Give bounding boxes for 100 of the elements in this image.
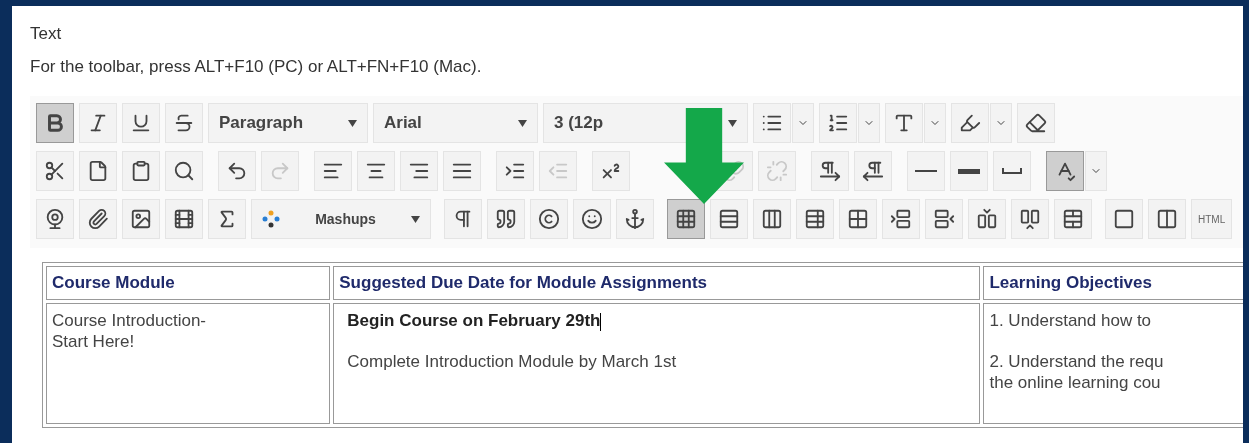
pilcrow-button[interactable] [444, 199, 482, 239]
square-button[interactable] [1105, 199, 1143, 239]
pilcrow-right-icon [819, 160, 841, 182]
webcam-button[interactable] [36, 199, 74, 239]
cells-merge-button[interactable] [1054, 199, 1092, 239]
spellcheck-button[interactable] [1046, 151, 1084, 191]
column-insert-left-icon [976, 208, 998, 230]
text-color-button[interactable] [885, 103, 923, 143]
image-icon [130, 208, 152, 230]
formula-button[interactable] [208, 199, 246, 239]
webcam-icon [44, 208, 66, 230]
caret-icon [348, 119, 357, 127]
caret-icon [518, 119, 527, 127]
paperclip-button[interactable] [79, 199, 117, 239]
indent-button[interactable] [496, 151, 534, 191]
smiley-button[interactable] [573, 199, 611, 239]
align-center-button[interactable] [357, 151, 395, 191]
row-insert-below-button[interactable] [925, 199, 963, 239]
table-icon [675, 208, 697, 230]
caret-icon [728, 119, 737, 127]
pilcrow-left-icon [862, 160, 884, 182]
underline-button[interactable] [122, 103, 160, 143]
align-justify-button[interactable] [443, 151, 481, 191]
column-header: Course Module [46, 266, 331, 300]
field-label: Text [30, 23, 63, 45]
space-button[interactable] [993, 151, 1031, 191]
html-button[interactable]: HTML [1191, 199, 1233, 239]
anchor-icon [624, 208, 646, 230]
scissors-icon [44, 160, 66, 182]
film-icon [173, 208, 195, 230]
cells-merge-icon [1062, 208, 1084, 230]
space-icon [1002, 168, 1022, 174]
superscript-button[interactable] [592, 151, 630, 191]
table-button[interactable] [667, 199, 705, 239]
pilcrow-right-button[interactable] [811, 151, 849, 191]
column-header: Suggested Due Date for Module Assignments [333, 266, 981, 300]
down-arrow-icon [664, 108, 744, 204]
table-rows-icon [718, 208, 740, 230]
table-columns-icon [761, 208, 783, 230]
align-right-button[interactable] [400, 151, 438, 191]
page-button[interactable] [79, 151, 117, 191]
column-insert-right-button[interactable] [1011, 199, 1049, 239]
table-cell: Begin Course on February 29th Complete Introduction Module by March 1st [333, 303, 981, 424]
table-grid-button[interactable] [839, 199, 877, 239]
scissors-button[interactable] [36, 151, 74, 191]
table-properties-icon [804, 208, 826, 230]
align-left-button[interactable] [314, 151, 352, 191]
two-columns-button[interactable] [1148, 199, 1186, 239]
toolbar-hint: For the toolbar, press ALT+F10 (PC) or ALT+FN+F10 (Mac). [30, 56, 483, 78]
dropdown-select[interactable]: Arial [373, 103, 538, 143]
copyright-icon [538, 208, 560, 230]
thin-line-button[interactable] [907, 151, 945, 191]
page-icon [87, 160, 109, 182]
eraser-button[interactable] [1017, 103, 1055, 143]
dropdown-select[interactable]: Paragraph [208, 103, 368, 143]
film-button[interactable] [165, 199, 203, 239]
copyright-button[interactable] [530, 199, 568, 239]
highlighter-icon [959, 112, 981, 134]
search-icon [173, 160, 195, 182]
undo-button[interactable] [218, 151, 256, 191]
table-cell: Course Introduction- Start Here! [46, 303, 331, 424]
bold-button[interactable] [36, 103, 74, 143]
column-header: Learning Objectives [983, 266, 1243, 300]
table-properties-button[interactable] [796, 199, 834, 239]
quote-button[interactable] [487, 199, 525, 239]
smiley-icon [581, 208, 603, 230]
anchor-button[interactable] [616, 199, 654, 239]
highlighter-button[interactable] [951, 103, 989, 143]
table-columns-button[interactable] [753, 199, 791, 239]
thin-line-icon [915, 170, 937, 172]
thick-line-button[interactable] [950, 151, 988, 191]
text-color-icon [893, 112, 915, 134]
unlink-icon [766, 160, 788, 182]
eraser-icon [1025, 112, 1047, 134]
row-insert-above-icon [890, 208, 912, 230]
italic-button[interactable] [79, 103, 117, 143]
strikethrough-button[interactable] [165, 103, 203, 143]
caret-icon [411, 215, 420, 223]
pilcrow-left-button[interactable] [854, 151, 892, 191]
image-button[interactable] [122, 199, 160, 239]
table-cell: 1. Understand how to 2. Understand the requ the online learning cou [983, 303, 1243, 424]
text-cursor [600, 312, 602, 331]
dots-icon [262, 210, 280, 228]
redo-icon [269, 160, 291, 182]
numbered-list-button[interactable] [819, 103, 857, 143]
table-grid-icon [847, 208, 869, 230]
undo-icon [226, 160, 248, 182]
column-insert-left-button[interactable] [968, 199, 1006, 239]
clipboard-button[interactable] [122, 151, 160, 191]
table-rows-button[interactable] [710, 199, 748, 239]
search-button[interactable] [165, 151, 203, 191]
clipboard-icon [130, 160, 152, 182]
column-insert-right-icon [1019, 208, 1041, 230]
bullet-list-button[interactable] [753, 103, 791, 143]
mashups-menu[interactable]: Mashups [251, 199, 431, 239]
underline-icon [130, 112, 152, 134]
row-insert-above-button[interactable] [882, 199, 920, 239]
numbered-list-icon [827, 112, 849, 134]
square-icon [1113, 208, 1135, 230]
paperclip-icon [87, 208, 109, 230]
